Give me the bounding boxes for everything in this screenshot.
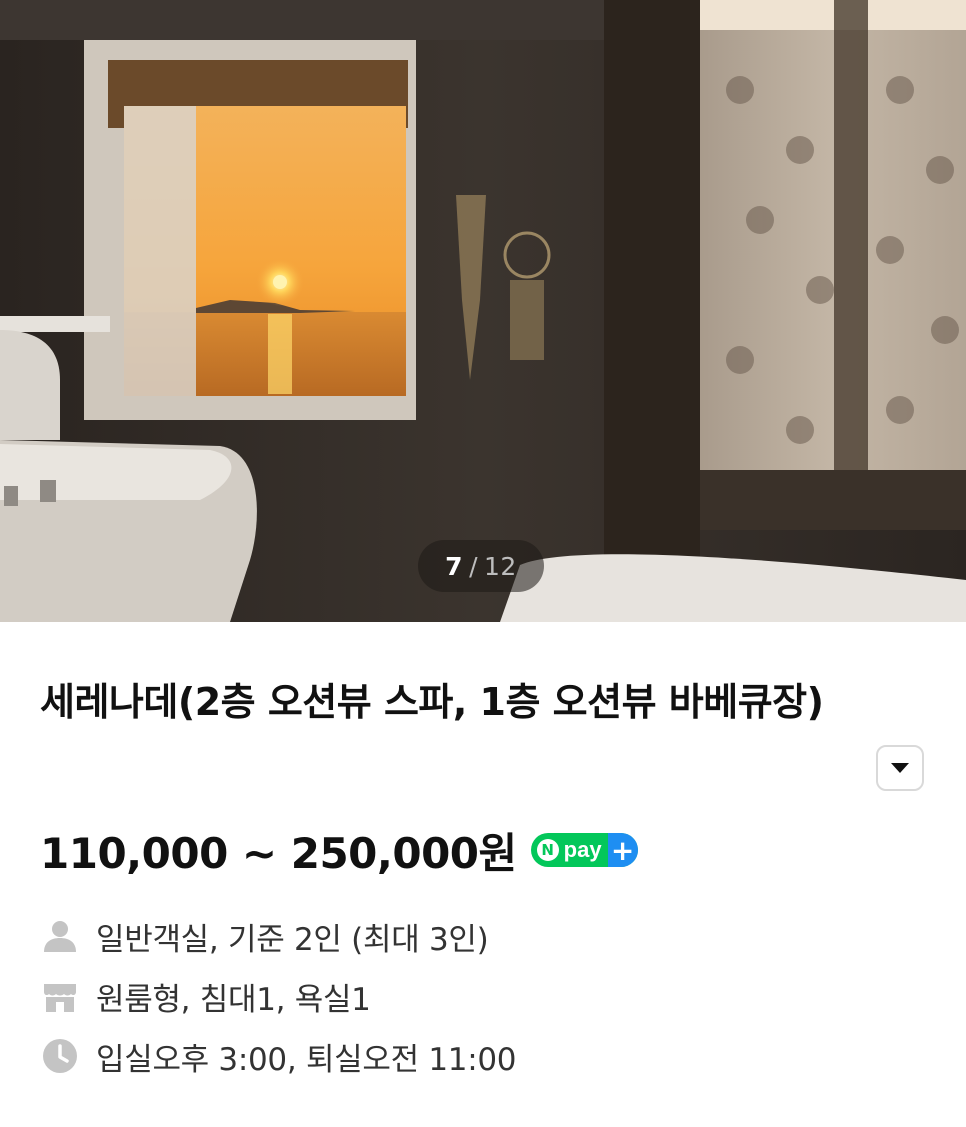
detail-checkin: 입실오후 3:00, 퇴실오전 11:00 bbox=[40, 1026, 920, 1086]
expand-dropdown-button[interactable] bbox=[876, 745, 924, 791]
room-photo bbox=[0, 0, 966, 622]
price-range: 110,000 ~ 250,000원 bbox=[40, 828, 517, 878]
caret-down-icon bbox=[891, 763, 909, 773]
detail-room-type-text: 원룸형, 침대1, 욕실1 bbox=[96, 981, 371, 1018]
photo-counter-total: 12 bbox=[484, 551, 517, 581]
photo-counter-current: 7 bbox=[445, 551, 464, 581]
detail-room-type: 원룸형, 침대1, 욕실1 bbox=[40, 966, 920, 1026]
detail-capacity: 일반객실, 기준 2인 (최대 3인) bbox=[40, 906, 920, 966]
photo-counter-separator: / bbox=[469, 551, 479, 581]
naver-n-icon: N bbox=[536, 839, 559, 861]
npay-badge-text: pay bbox=[563, 837, 602, 862]
price-row: 110,000 ~ 250,000원 N pay + bbox=[40, 820, 638, 880]
room-icon bbox=[40, 976, 80, 1016]
detail-checkin-text: 입실오후 3:00, 퇴실오전 11:00 bbox=[96, 1041, 517, 1078]
plus-icon: + bbox=[607, 833, 638, 867]
npay-plus-badge: N pay + bbox=[530, 833, 638, 867]
photo-gallery[interactable]: 7 / 12 bbox=[0, 0, 966, 622]
room-details: 일반객실, 기준 2인 (최대 3인) 원룸형, 침대1, 욕실1 입실오후 3… bbox=[40, 906, 920, 1086]
person-icon bbox=[40, 916, 80, 956]
detail-capacity-text: 일반객실, 기준 2인 (최대 3인) bbox=[96, 921, 489, 958]
room-title: 세레나데(2층 오션뷰 스파, 1층 오션뷰 바베큐장) bbox=[40, 680, 824, 724]
photo-counter: 7 / 12 bbox=[418, 540, 544, 592]
clock-icon bbox=[40, 1036, 80, 1076]
